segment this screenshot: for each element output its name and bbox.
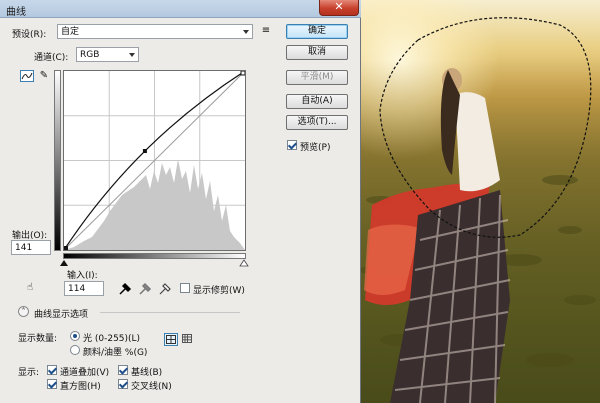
- show-label: 显示:: [18, 368, 40, 378]
- curves-dialog: 曲线 ✕ 预设(R): 自定 ≡ 通道(C): RGB ✎ 输出(O): 141…: [0, 0, 361, 403]
- auto-button[interactable]: 自动(A): [286, 94, 348, 109]
- pigment-radio[interactable]: [70, 345, 80, 355]
- white-point-slider[interactable]: [239, 259, 249, 267]
- curve-icon: [21, 72, 33, 80]
- histogram: [64, 159, 245, 250]
- channel-value: RGB: [80, 50, 100, 60]
- curve-control-point[interactable]: [64, 246, 68, 250]
- baseline-label: 基线(B): [131, 368, 163, 378]
- black-eyedropper-icon[interactable]: [119, 282, 132, 295]
- channel-dropdown[interactable]: RGB: [76, 47, 139, 62]
- curve-display-options-label: 曲线显示选项: [34, 310, 89, 320]
- chevron-down-icon: [129, 53, 135, 57]
- divider: [100, 312, 240, 313]
- preset-value: 自定: [61, 27, 80, 37]
- intersection-line-label: 交叉线(N): [131, 382, 172, 392]
- show-amount-label: 显示数量:: [18, 334, 58, 344]
- close-button[interactable]: ✕: [319, 0, 359, 16]
- light-radio-label: 光 (0-255)(L): [83, 334, 141, 344]
- gray-eyedropper-icon[interactable]: [139, 282, 152, 295]
- baseline-checkbox[interactable]: [118, 365, 128, 375]
- background-photo: [360, 0, 600, 403]
- output-field[interactable]: 141: [11, 240, 51, 255]
- chevron-down-icon: [243, 30, 249, 34]
- list-icon[interactable]: ≡: [260, 25, 272, 37]
- input-field[interactable]: 114: [64, 281, 104, 296]
- title-bar: 曲线: [0, 0, 361, 18]
- grid-10-icon[interactable]: [181, 333, 193, 346]
- ok-button[interactable]: 确定: [286, 24, 348, 39]
- show-clipping-checkbox[interactable]: [180, 283, 190, 293]
- input-label: 输入(I):: [67, 271, 98, 281]
- input-value: 114: [68, 284, 86, 294]
- pigment-radio-label: 颜料/油墨 %(G): [83, 348, 148, 358]
- hand-icon[interactable]: ☝: [24, 282, 36, 294]
- cancel-button[interactable]: 取消: [286, 45, 348, 60]
- show-clipping-label: 显示修剪(W): [193, 286, 245, 296]
- preset-label: 预设(R):: [12, 30, 47, 40]
- black-point-slider[interactable]: [60, 260, 68, 266]
- smooth-button[interactable]: 平滑(M): [286, 70, 348, 85]
- channel-overlays-label: 通道叠加(V): [60, 368, 110, 378]
- pencil-icon[interactable]: ✎: [38, 70, 50, 82]
- output-gradient-bar: [54, 70, 61, 251]
- curve-graph[interactable]: [63, 70, 246, 251]
- channel-overlays-checkbox[interactable]: [47, 365, 57, 375]
- light-radio[interactable]: [70, 331, 80, 341]
- intersection-line-checkbox[interactable]: [118, 379, 128, 389]
- channel-label: 通道(C):: [34, 53, 69, 63]
- preset-dropdown[interactable]: 自定: [57, 24, 253, 39]
- white-eyedropper-icon[interactable]: [159, 283, 171, 295]
- histogram-label: 直方图(H): [60, 382, 101, 392]
- histogram-checkbox[interactable]: [47, 379, 57, 389]
- curve-tool[interactable]: [20, 70, 34, 82]
- dialog-title: 曲线: [6, 7, 26, 18]
- preview-checkbox[interactable]: [287, 140, 297, 150]
- curve-control-point[interactable]: [142, 149, 147, 154]
- options-button[interactable]: 选项(T)...: [286, 115, 348, 130]
- preview-label: 预览(P): [300, 143, 331, 153]
- curve-control-point[interactable]: [240, 70, 246, 76]
- output-value: 141: [15, 243, 33, 253]
- chevron-up-icon[interactable]: ˄: [18, 306, 29, 317]
- grid-4-icon[interactable]: [164, 333, 178, 346]
